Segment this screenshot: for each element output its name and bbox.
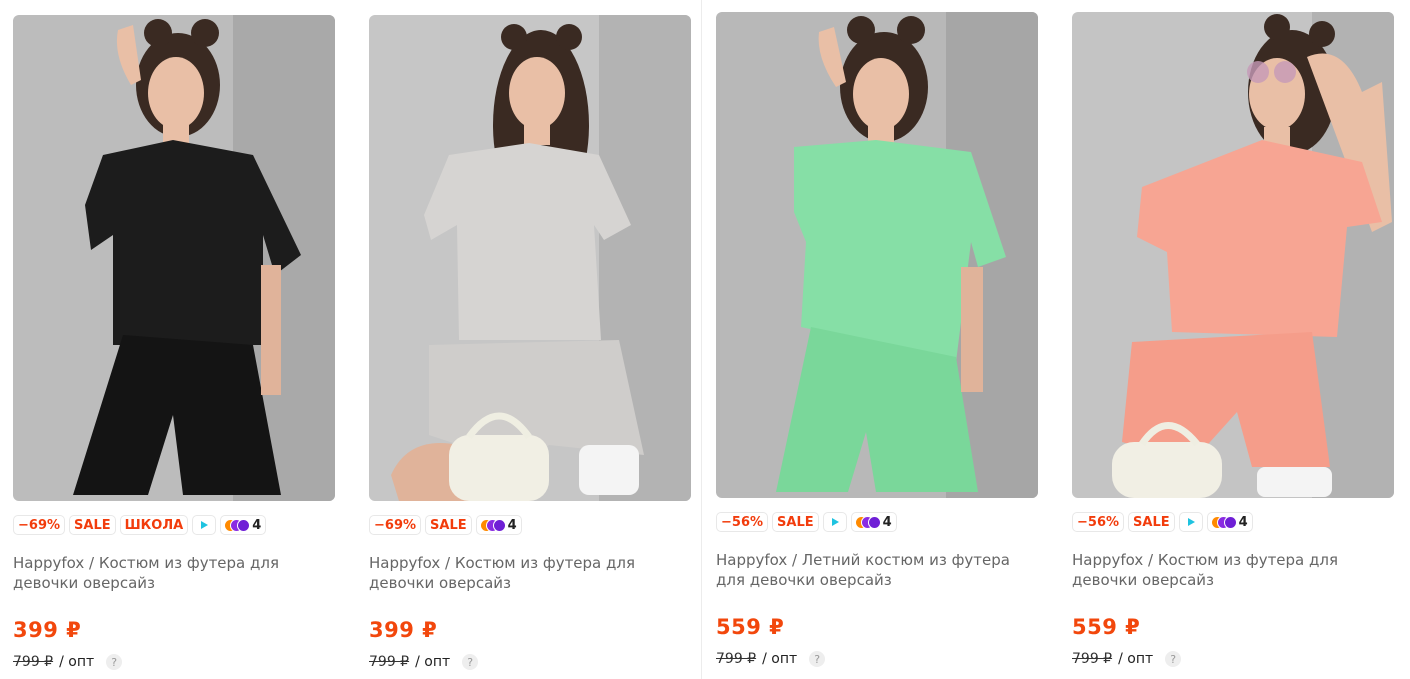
old-price: 799 ₽ [13,654,54,670]
play-icon[interactable] [1178,512,1203,532]
loyalty-icon [1211,515,1237,529]
loyalty-count: 4 [1238,514,1248,530]
product-card[interactable]: −56% SALE 4 Happyfox / Костюм из футера … [1072,12,1394,667]
loyalty-count: 4 [252,517,262,533]
badge-row: −69% SALE ШКОЛА 4 [13,514,335,536]
loyalty-count: 4 [507,517,517,533]
product-price: 399 ₽ [13,618,82,642]
badge-row: −56% SALE 4 [716,511,1038,533]
loyalty-icon [480,518,506,532]
sale-badge: SALE [772,512,819,532]
product-photo[interactable] [13,15,335,501]
product-card[interactable]: −69% SALE ШКОЛА 4 Happyfox / Костюм из ф… [13,15,335,670]
product-title[interactable]: Happyfox / Летний костюм из футера для д… [716,550,1026,590]
badge-row: −69% SALE 4 [369,514,691,536]
product-title[interactable]: Happyfox / Костюм из футера для девочки … [13,553,323,593]
help-icon[interactable]: ? [106,654,123,670]
school-badge: ШКОЛА [119,515,189,535]
old-price-row: 799 ₽ / опт ? [369,654,691,670]
loyalty-badge: 4 [850,512,897,532]
product-price: 559 ₽ [1072,615,1141,639]
wholesale-label: / опт [762,651,798,667]
play-icon[interactable] [192,515,217,535]
sale-badge: SALE [425,515,472,535]
play-icon[interactable] [822,512,847,532]
old-price: 799 ₽ [716,651,757,667]
old-price-row: 799 ₽ / опт ? [1072,651,1394,667]
discount-badge: −56% [1072,512,1125,532]
old-price: 799 ₽ [369,654,410,670]
product-price: 559 ₽ [716,615,785,639]
sale-badge: SALE [69,515,116,535]
discount-badge: −56% [716,512,769,532]
product-card[interactable]: −56% SALE 4 Happyfox / Летний костюм из … [716,12,1038,667]
loyalty-icon [855,515,881,529]
wholesale-label: / опт [415,654,451,670]
wholesale-label: / опт [59,654,95,670]
discount-badge: −69% [369,515,422,535]
wholesale-label: / опт [1118,651,1154,667]
discount-badge: −69% [13,515,66,535]
product-photo[interactable] [1072,12,1394,498]
badge-row: −56% SALE 4 [1072,511,1394,533]
loyalty-badge: 4 [475,515,522,535]
old-price-row: 799 ₽ / опт ? [716,651,1038,667]
help-icon[interactable]: ? [809,651,826,667]
product-photo[interactable] [716,12,1038,498]
product-photo[interactable] [369,15,691,501]
loyalty-badge: 4 [1206,512,1253,532]
product-title[interactable]: Happyfox / Костюм из футера для девочки … [1072,550,1382,590]
old-price-row: 799 ₽ / опт ? [13,654,335,670]
help-icon[interactable]: ? [1165,651,1182,667]
column-divider [701,0,702,679]
loyalty-badge: 4 [220,515,267,535]
product-price: 399 ₽ [369,618,438,642]
sale-badge: SALE [1128,512,1175,532]
product-card[interactable]: −69% SALE 4 Happyfox / Костюм из футера … [369,15,691,670]
help-icon[interactable]: ? [462,654,479,670]
product-title[interactable]: Happyfox / Костюм из футера для девочки … [369,553,679,593]
loyalty-count: 4 [882,514,892,530]
old-price: 799 ₽ [1072,651,1113,667]
loyalty-icon [225,518,251,532]
